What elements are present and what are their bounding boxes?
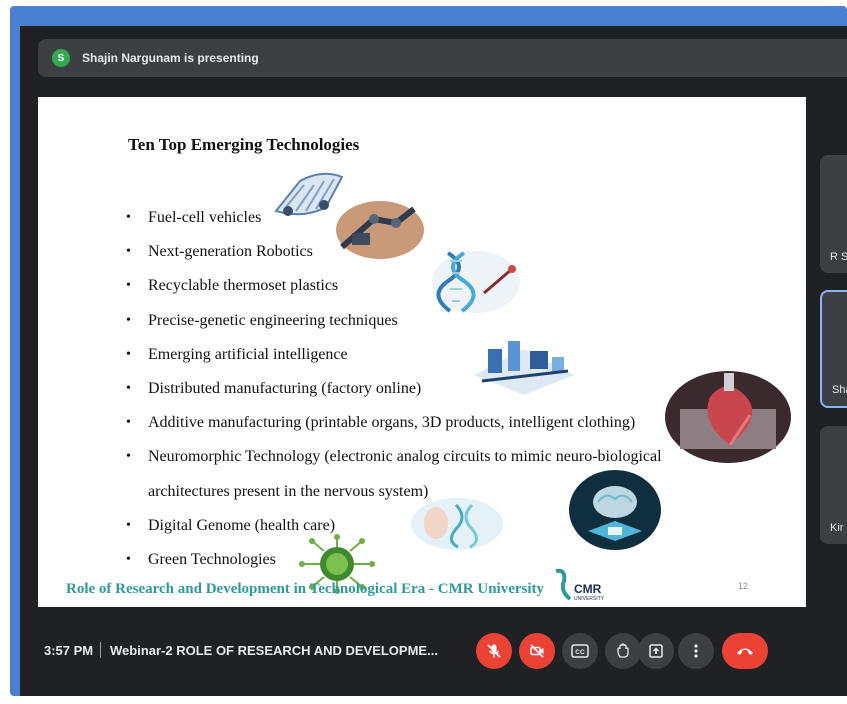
call-controls-bar: 3:57 PM Webinar-2 ROLE OF RESEARCH AND D…	[20, 616, 847, 696]
more-options-button[interactable]	[678, 633, 714, 669]
printable-organ-image	[665, 371, 791, 463]
presenter-status: Shajin Nargunam is presenting	[82, 51, 259, 65]
microphone-toggle-button[interactable]	[476, 633, 512, 669]
presenting-banner: S Shajin Nargunam is presenting	[38, 39, 847, 77]
svg-text:UNIVERSITY: UNIVERSITY	[574, 596, 605, 602]
camera-toggle-button[interactable]	[519, 633, 555, 669]
bullet-item: Distributed manufacturing (factory onlin…	[126, 372, 662, 406]
meeting-app: S Shajin Nargunam is presenting Ten Top …	[20, 26, 847, 696]
present-screen-icon	[649, 644, 663, 658]
mic-off-icon	[487, 644, 501, 658]
bullet-item: Additive manufacturing (printable organs…	[126, 406, 662, 440]
hang-up-icon	[737, 648, 753, 655]
genetic-engineering-image	[432, 251, 520, 313]
bullet-item: Emerging artificial intelligence	[126, 338, 662, 372]
digital-genome-image	[411, 498, 503, 550]
neuromorphic-chip-image	[569, 470, 661, 550]
captions-button[interactable]: CC	[562, 633, 598, 669]
participant-tile[interactable]: R S	[820, 155, 847, 273]
slide-page-number: 12	[738, 581, 749, 591]
camera-off-icon	[530, 644, 544, 658]
shared-slide: Ten Top Emerging Technologies Fuel-cell …	[38, 97, 806, 607]
svg-text:CMR: CMR	[574, 582, 602, 596]
hand-icon	[617, 643, 629, 658]
participant-name: R S	[830, 251, 847, 263]
svg-text:CC: CC	[575, 649, 585, 656]
participant-name: Sha	[832, 384, 847, 396]
robotics-image	[336, 201, 424, 259]
participant-tile[interactable]: Kir	[820, 426, 847, 544]
divider	[100, 642, 101, 658]
participant-name: Kir	[830, 522, 844, 534]
distributed-manufacturing-image	[474, 341, 574, 395]
more-vertical-icon	[694, 644, 698, 658]
present-screen-button[interactable]	[638, 633, 674, 669]
cmr-university-logo: CMR UNIVERSITY	[555, 568, 605, 602]
slide-footer: Role of Research and Development in Tech…	[66, 581, 545, 597]
bullet-item: Recyclable thermoset plastics	[126, 269, 662, 303]
captions-icon: CC	[571, 644, 589, 658]
slide-title: Ten Top Emerging Technologies	[128, 135, 360, 154]
leave-call-button[interactable]	[722, 633, 768, 669]
presenter-avatar: S	[52, 49, 70, 67]
meeting-title: Webinar-2 ROLE OF RESEARCH AND DEVELOPME…	[110, 643, 438, 658]
participant-tile-active[interactable]: Sha	[820, 290, 847, 408]
meeting-time: 3:57 PM	[44, 643, 94, 658]
raise-hand-button[interactable]	[605, 633, 641, 669]
bullet-item: Precise-genetic engineering techniques	[126, 304, 662, 338]
